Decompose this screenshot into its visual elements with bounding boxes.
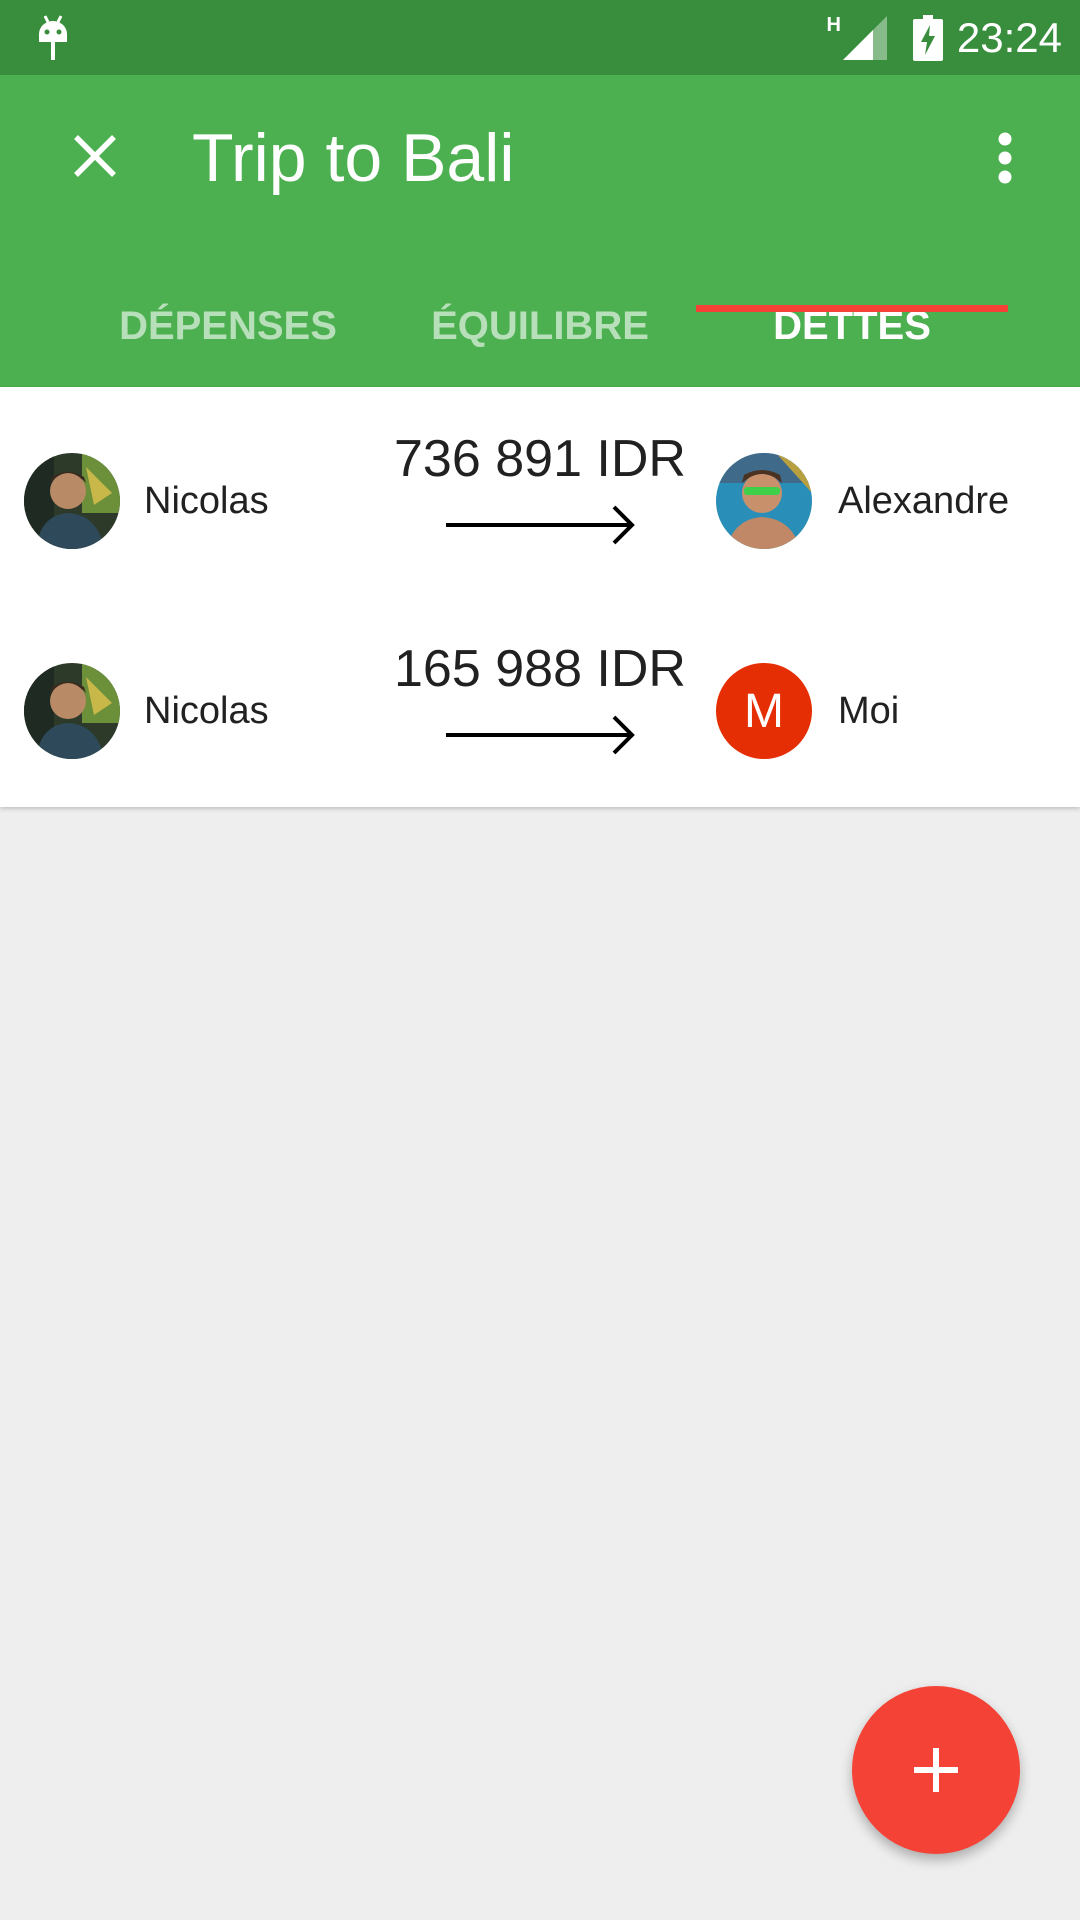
arrow-right-icon bbox=[446, 505, 635, 545]
network-type: H bbox=[826, 14, 841, 36]
debt-row[interactable]: Nicolas 165 988 IDR M Moi bbox=[0, 597, 1080, 807]
creditor-name: Moi bbox=[838, 690, 900, 732]
tab-indicator bbox=[696, 305, 1008, 312]
avatar-nicolas bbox=[24, 453, 120, 549]
debt-row[interactable]: Nicolas 736 891 IDR Alexandre bbox=[0, 387, 1080, 597]
debts-list: Nicolas 736 891 IDR Alexandre Nicolas 16… bbox=[0, 387, 1080, 807]
add-button[interactable] bbox=[852, 1686, 1020, 1854]
status-time: 23:24 bbox=[956, 13, 1062, 61]
status-bar: H 23:24 bbox=[0, 0, 1080, 75]
more-options-button[interactable] bbox=[970, 115, 1040, 201]
tab-equilibre[interactable]: ÉQUILIBRE bbox=[384, 265, 696, 387]
add-icon bbox=[914, 1748, 958, 1792]
more-vert-icon bbox=[998, 132, 1012, 184]
page-title: Trip to Bali bbox=[192, 120, 515, 196]
avatar-alexandre bbox=[716, 453, 812, 549]
signal-icon bbox=[842, 15, 887, 60]
avatar-nicolas bbox=[24, 663, 120, 759]
tab-dettes[interactable]: DETTES bbox=[696, 265, 1008, 387]
debtor-name: Nicolas bbox=[144, 480, 269, 522]
close-icon bbox=[74, 135, 116, 177]
android-debug-icon bbox=[39, 15, 67, 60]
close-button[interactable] bbox=[52, 113, 138, 199]
arrow-right-icon bbox=[446, 715, 635, 755]
debt-amount: 736 891 IDR bbox=[394, 430, 686, 488]
debtor-name: Nicolas bbox=[144, 690, 269, 732]
battery-charging-icon bbox=[912, 14, 943, 61]
tab-depenses[interactable]: DÉPENSES bbox=[72, 265, 384, 387]
app-bar: Trip to Bali DÉPENSES ÉQUILIBRE DETTES bbox=[0, 75, 1080, 387]
tab-bar: DÉPENSES ÉQUILIBRE DETTES bbox=[0, 265, 1080, 387]
creditor-name: Alexandre bbox=[838, 480, 1010, 522]
debt-amount: 165 988 IDR bbox=[394, 640, 686, 698]
avatar-letter: M bbox=[716, 663, 812, 759]
